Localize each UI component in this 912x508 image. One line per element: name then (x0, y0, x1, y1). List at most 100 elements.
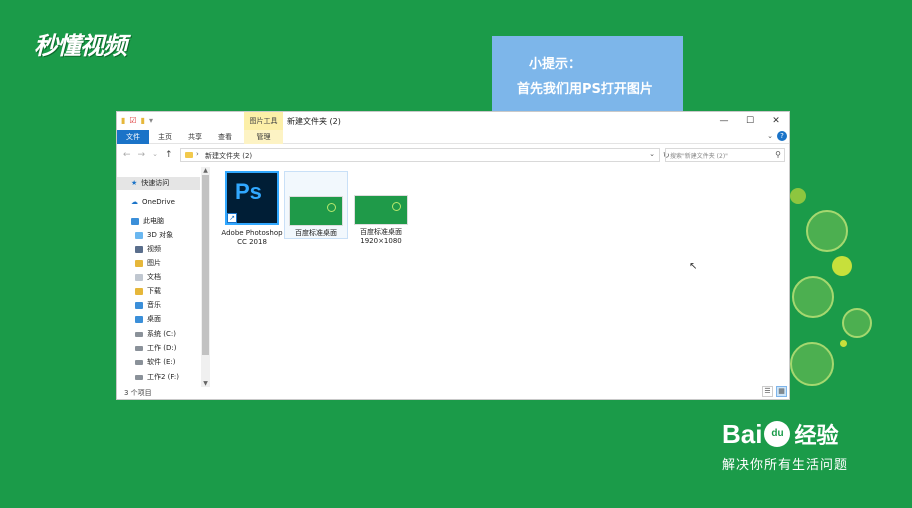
view-toggle: ☰ ▦ (762, 386, 787, 397)
properties-icon[interactable]: ☑ (129, 116, 136, 125)
ticket-icon (806, 210, 848, 252)
address-bar-row: ← → ⌄ ↑ › 新建文件夹 (2) ⌄ ↻ 搜索"新建文件夹 (2)" ⚲ (117, 145, 789, 165)
quick-access-toolbar: ▮ ☑ ▮ ▾ (121, 116, 153, 125)
sidebar-item-label: 系统 (C:) (147, 330, 176, 338)
slogan: 解决你所有生活问题 (722, 458, 849, 473)
sidebar-item-label: 软件 (E:) (147, 358, 176, 366)
image-thumbnail-icon (354, 195, 408, 225)
tip-text: 首先我们用PS打开图片 (517, 82, 653, 97)
sidebar-item-videos[interactable]: 视频 (135, 243, 161, 256)
decor-dot (832, 256, 852, 276)
expand-ribbon-icon[interactable]: ⌄ (767, 132, 773, 140)
tip-title: 小提示： (529, 57, 582, 72)
decorative-graphic (786, 180, 912, 400)
airplane-icon (792, 276, 834, 318)
sidebar-item-drive-c[interactable]: 系统 (C:) (135, 328, 176, 341)
chevron-down-icon[interactable]: ⌄ (649, 150, 655, 158)
sidebar-item-documents[interactable]: 文档 (135, 271, 161, 284)
mouse-cursor-icon: ↖ (689, 261, 698, 272)
navigation-pane: ★ 快速访问 ☁ OneDrive 此电脑 3D 对象 视频 图片 文档 下载 … (117, 167, 211, 387)
video-folder-icon (135, 246, 143, 253)
sidebar-item-label: 3D 对象 (147, 231, 174, 239)
details-view-icon[interactable]: ☰ (762, 386, 773, 397)
sidebar-item-drive-d[interactable]: 工作 (D:) (135, 342, 176, 355)
tab-view[interactable]: 查看 (211, 130, 239, 144)
star-icon: ★ (131, 179, 138, 187)
brand-logo: 秒懂视频 (34, 32, 127, 60)
desktop-folder-icon (135, 316, 143, 323)
folder-icon (185, 152, 193, 158)
baidu-jingyan-logo: Bai du 经验 解决你所有生活问题 (722, 418, 849, 474)
navigation-buttons: ← → ⌄ ↑ (123, 150, 173, 160)
3d-object-icon (135, 232, 143, 239)
chevron-right-icon[interactable]: › (196, 150, 199, 158)
file-item-wallpaper-1920[interactable]: 百度标准桌面 1920×1080 (349, 171, 413, 246)
download-folder-icon (135, 288, 143, 295)
sidebar-item-this-pc[interactable]: 此电脑 (131, 215, 164, 228)
file-item-photoshop[interactable]: Ps ↗ Adobe Photoshop CC 2018 (220, 171, 284, 247)
music-folder-icon (135, 302, 143, 309)
decor-dot (840, 340, 847, 347)
sidebar-item-drive-e[interactable]: 软件 (E:) (135, 356, 175, 369)
computer-icon (131, 218, 139, 225)
thumbnail-logo (327, 203, 336, 212)
sidebar-item-downloads[interactable]: 下载 (135, 285, 161, 298)
help-icon[interactable]: ? (777, 131, 787, 141)
sidebar-item-3d-objects[interactable]: 3D 对象 (135, 229, 173, 242)
customize-dropdown-icon[interactable]: ▾ (149, 116, 153, 125)
window-controls: — ☐ ✕ (711, 112, 789, 130)
photoshop-icon: Ps ↗ (225, 171, 279, 225)
decor-dot (790, 188, 806, 204)
address-bar[interactable]: › 新建文件夹 (2) ⌄ (180, 148, 660, 162)
drive-icon (135, 332, 143, 337)
scroll-up-icon[interactable]: ▲ (201, 167, 210, 174)
tab-home[interactable]: 主页 (151, 130, 179, 144)
minimize-button[interactable]: — (711, 112, 737, 130)
tab-manage[interactable]: 管理 (244, 130, 283, 144)
close-button[interactable]: ✕ (763, 112, 789, 130)
window-title: 新建文件夹 (2) (287, 117, 341, 126)
star-badge-icon (842, 308, 872, 338)
tab-file[interactable]: 文件 (117, 130, 149, 144)
sidebar-item-quick-access[interactable]: ★ 快速访问 (117, 177, 200, 190)
up-icon[interactable]: ↑ (165, 150, 173, 160)
sidebar-item-label: 音乐 (147, 301, 161, 309)
sidebar-item-desktop[interactable]: 桌面 (135, 313, 161, 326)
file-label: 百度标准桌面 (295, 229, 337, 237)
sidebar-item-drive-f[interactable]: 工作2 (F:) (135, 371, 179, 384)
new-folder-icon[interactable]: ▮ (141, 116, 145, 125)
maximize-button[interactable]: ☐ (737, 112, 763, 130)
sidebar-item-music[interactable]: 音乐 (135, 299, 161, 312)
recent-dropdown-icon[interactable]: ⌄ (152, 150, 158, 160)
search-icon[interactable]: ⚲ (775, 150, 781, 159)
file-label: Adobe Photoshop CC 2018 (221, 229, 283, 246)
photoshop-icon-text: Ps (235, 179, 262, 204)
sidebar-item-onedrive[interactable]: ☁ OneDrive (131, 196, 175, 209)
plane-icon (790, 342, 834, 386)
item-count: 3 个项目 (124, 389, 152, 397)
picture-folder-icon (135, 260, 143, 267)
drive-icon (135, 375, 143, 380)
ribbon-controls: ⌄ ? (767, 131, 787, 141)
context-tab-picture-tools[interactable]: 图片工具 (244, 112, 283, 130)
drive-icon (135, 346, 143, 351)
sidebar-scrollbar[interactable]: ▲ ▼ (201, 167, 210, 387)
sidebar-item-label: 文档 (147, 273, 161, 281)
sidebar-item-label: 图片 (147, 259, 161, 267)
forward-icon[interactable]: → (138, 150, 146, 160)
address-path[interactable]: 新建文件夹 (2) (205, 151, 252, 161)
search-input[interactable]: 搜索"新建文件夹 (2)" ⚲ (665, 148, 785, 162)
scrollbar-thumb[interactable] (202, 175, 209, 355)
sidebar-item-pictures[interactable]: 图片 (135, 257, 161, 270)
file-item-wallpaper[interactable]: 百度标准桌面 (284, 171, 348, 239)
back-icon[interactable]: ← (123, 150, 131, 160)
file-label: 百度标准桌面 1920×1080 (360, 228, 402, 245)
file-view: Ps ↗ Adobe Photoshop CC 2018 百度标准桌面 百度标准… (216, 167, 786, 387)
search-placeholder: 搜索"新建文件夹 (2)" (670, 153, 728, 160)
shortcut-arrow-icon: ↗ (227, 213, 237, 223)
tab-share[interactable]: 共享 (181, 130, 209, 144)
brand-suffix: 经验 (794, 424, 839, 449)
folder-icon[interactable]: ▮ (121, 116, 125, 125)
sidebar-item-label: 工作 (D:) (147, 344, 177, 352)
brand-text: Bai (722, 418, 763, 449)
